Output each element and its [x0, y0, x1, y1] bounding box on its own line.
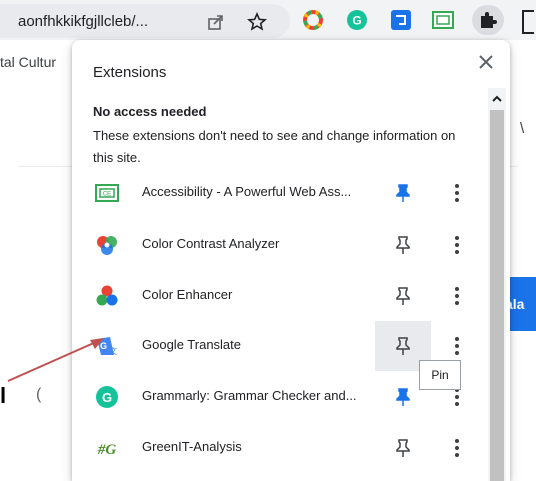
extension-name: Accessibility - A Powerful Web Ass...: [142, 184, 352, 199]
pin-icon-pinned[interactable]: [392, 386, 414, 408]
scroll-up-icon[interactable]: [489, 92, 505, 106]
pin-icon[interactable]: [392, 285, 414, 307]
color-contrast-analyzer-icon: [97, 236, 117, 255]
pin-icon-pinned[interactable]: [392, 182, 414, 204]
bookmark-item[interactable]: tal Cultur: [0, 54, 56, 70]
google-translate-icon: G 文: [97, 337, 117, 356]
accessibility-extension-icon: CE: [95, 184, 119, 202]
popup-title: Extensions: [93, 64, 167, 81]
pin-icon[interactable]: [392, 437, 414, 459]
blue-square-extension-icon[interactable]: [390, 9, 412, 31]
section-title: No access needed: [93, 104, 207, 119]
svg-text:G: G: [352, 14, 361, 28]
extension-name: Grammarly: Grammar Checker and...: [142, 388, 357, 403]
side-panel-icon[interactable]: [522, 10, 534, 34]
puzzle-icon: [481, 12, 497, 28]
more-options-icon[interactable]: [448, 182, 466, 204]
pin-icon[interactable]: [392, 234, 414, 256]
extensions-popup: Extensions No access needed These extens…: [72, 40, 510, 481]
grammarly-extension-icon: G: [96, 386, 118, 408]
bookmark-star-icon[interactable]: [247, 12, 267, 32]
extension-name: GreenIT-Analysis: [142, 439, 242, 454]
extensions-menu-button[interactable]: [472, 5, 504, 35]
color-wheel-extension-icon[interactable]: [302, 9, 324, 31]
accessibility-toolbar-icon[interactable]: [432, 9, 454, 31]
more-options-icon[interactable]: [448, 437, 466, 459]
extension-name: Google Translate: [142, 337, 242, 352]
page-text-left-2: (: [36, 386, 42, 403]
color-enhancer-icon: [96, 285, 118, 306]
page-text-left: l: [0, 383, 7, 408]
more-options-icon[interactable]: [448, 285, 466, 307]
svg-text:CE: CE: [103, 192, 111, 198]
greenit-analysis-icon: #G: [97, 442, 117, 458]
extension-row-color-contrast-analyzer[interactable]: Color Contrast Analyzer: [72, 220, 484, 270]
more-options-icon[interactable]: [448, 234, 466, 256]
browser-toolbar: aonfhkkikfgjllcleb/... G: [0, 0, 536, 40]
extension-row-greenit-analysis[interactable]: #G GreenIT-Analysis: [72, 423, 484, 473]
url-text: aonfhkkikfgjllcleb/...: [18, 13, 149, 30]
more-options-icon[interactable]: [448, 335, 466, 357]
svg-text:#G: #G: [97, 442, 117, 458]
scrollbar-thumb[interactable]: [490, 110, 504, 481]
page-text-fragment: \: [520, 120, 525, 137]
pin-icon[interactable]: [392, 335, 414, 357]
close-icon[interactable]: [472, 48, 500, 76]
svg-text:文: 文: [109, 346, 117, 356]
share-icon[interactable]: [207, 13, 225, 31]
section-description: These extensions don't need to see and c…: [93, 128, 456, 165]
extension-name: Color Contrast Analyzer: [142, 236, 280, 251]
address-bar[interactable]: aonfhkkikfgjllcleb/...: [0, 4, 290, 38]
svg-text:G: G: [100, 341, 107, 351]
svg-text:G: G: [102, 390, 112, 405]
grammarly-toolbar-icon[interactable]: G: [346, 9, 368, 31]
extension-row-color-enhancer[interactable]: Color Enhancer: [72, 271, 484, 321]
extension-name: Color Enhancer: [142, 287, 233, 302]
pin-tooltip: Pin: [419, 360, 461, 390]
extension-row-accessibility[interactable]: CE Accessibility - A Powerful Web Ass...: [72, 168, 484, 218]
